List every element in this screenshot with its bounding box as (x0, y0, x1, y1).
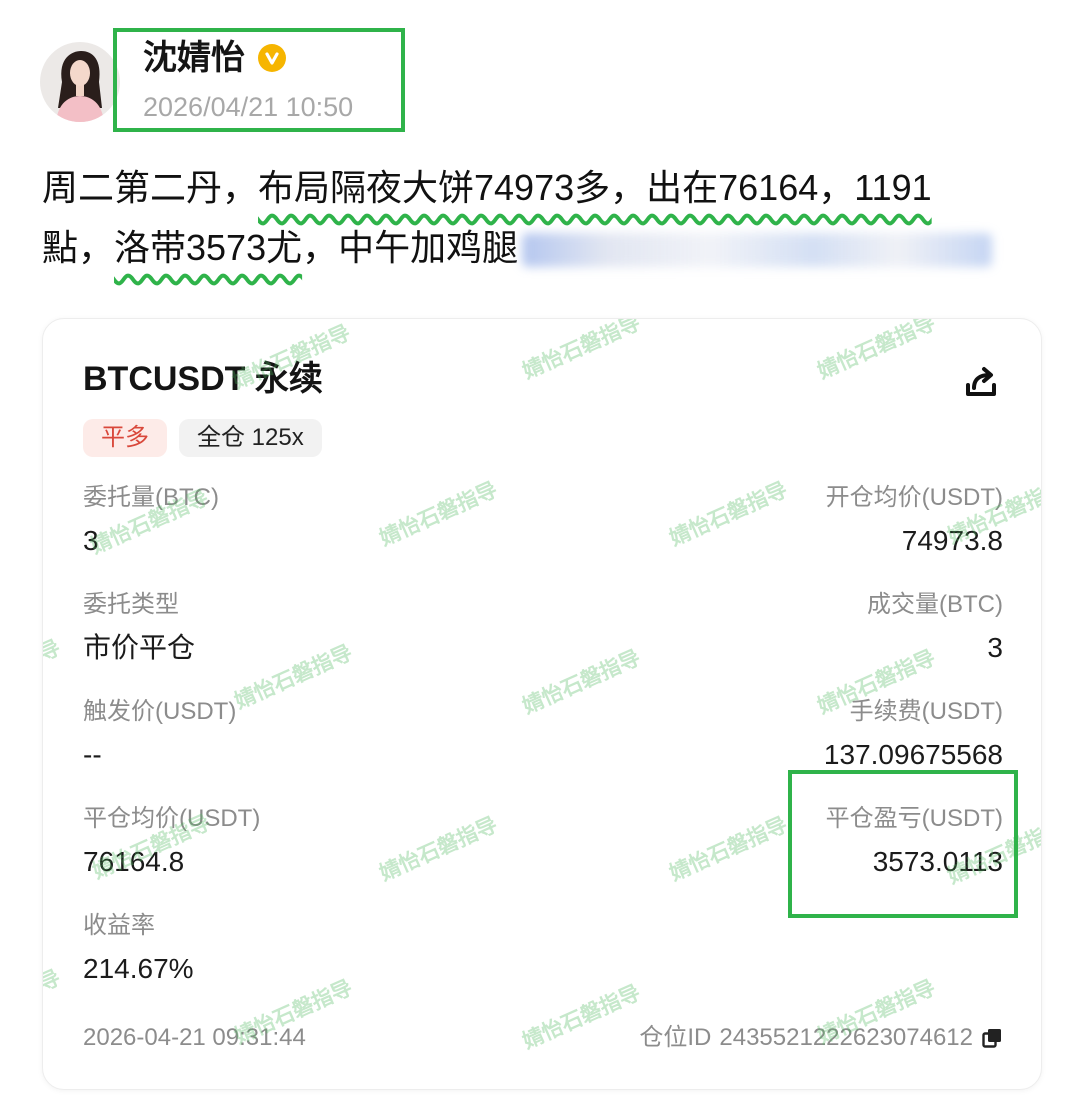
position-id-value: 2435521222623074612 (719, 1024, 973, 1051)
field-close-avg-price: 平仓均价(USDT) 76164.8 (83, 804, 260, 911)
field-trigger-price: 触发价(USDT) -- (83, 697, 236, 804)
verified-badge-icon (258, 44, 286, 72)
post-text: 周二第二丹，布局隔夜大饼74973多，出在76164，1191 點，洛带3573… (42, 158, 1042, 278)
post-timestamp: 2026/04/21 10:50 (143, 92, 354, 122)
margin-leverage-tag: 全仓 125x (179, 419, 322, 457)
field-label: 收益率 (83, 912, 155, 939)
card-title: BTCUSDT 永续 (83, 360, 323, 398)
post-text-plain: 周二第二丹， (42, 167, 259, 208)
field-label: 委托量(BTC) (83, 484, 219, 511)
field-value: -- (83, 739, 102, 770)
field-label: 委托类型 (83, 591, 179, 618)
watermark-text: 婧怡石磐指导 (42, 966, 64, 1039)
field-value: 市价平仓 (83, 632, 196, 663)
field-order-qty: 委托量(BTC) 3 (83, 483, 219, 590)
author-name[interactable]: 沈婧怡 (143, 38, 245, 78)
field-filled-qty: 成交量(BTC) 3 (867, 590, 1003, 697)
position-id-label: 仓位ID (639, 1024, 712, 1051)
field-label: 开仓均价(USDT) (825, 484, 1003, 511)
field-row: 委托类型 市价平仓 成交量(BTC) 3 (83, 590, 1003, 697)
field-order-type: 委托类型 市价平仓 (83, 590, 195, 697)
side-tag: 平多 (83, 419, 167, 457)
field-label: 成交量(BTC) (867, 591, 1003, 618)
post-text-tail: ，中午加鸡腿 (302, 227, 519, 268)
annotation-box-pnl (788, 770, 1018, 918)
watermark-text: 婧怡石磐指导 (814, 318, 939, 384)
order-fields: 委托量(BTC) 3 开仓均价(USDT) 74973.8 委托类型 市价平仓 … (83, 483, 1003, 1018)
position-id: 仓位ID 2435521222623074612 (639, 1023, 1003, 1053)
watermark-text: 婧怡石磐指导 (519, 318, 644, 384)
field-row: 委托量(BTC) 3 开仓均价(USDT) 74973.8 (83, 483, 1003, 590)
copy-icon[interactable] (981, 1027, 1003, 1049)
field-value: 76164.8 (83, 846, 185, 877)
share-icon[interactable] (961, 361, 1001, 401)
avatar[interactable] (40, 42, 120, 122)
field-label: 手续费(USDT) (849, 698, 1003, 725)
avatar-photo (40, 42, 120, 122)
watermark-text: 婧怡石磐指导 (42, 636, 64, 709)
post-text-underlined: 洛带3573尤 (114, 227, 303, 268)
field-return-rate: 收益率 214.67% (83, 911, 194, 1018)
tag-row: 平多 全仓 125x (83, 419, 322, 457)
post-text-plain: 點， (42, 227, 115, 268)
field-value: 3 (83, 525, 99, 556)
post-line-2: 點，洛带3573尤，中午加鸡腿 (42, 218, 1042, 278)
field-row: 收益率 214.67% (83, 911, 1003, 1018)
field-value: 214.67% (83, 953, 194, 984)
card-footer: 2026-04-21 09:31:44 仓位ID 243552122262307… (83, 1023, 1003, 1053)
order-time: 2026-04-21 09:31:44 (83, 1024, 306, 1051)
post-line-1: 周二第二丹，布局隔夜大饼74973多，出在76164，1191 (42, 158, 1042, 218)
field-label: 平仓均价(USDT) (83, 805, 261, 832)
blurred-text (522, 233, 993, 268)
field-value: 3 (987, 632, 1003, 663)
field-value: 137.09675568 (823, 739, 1003, 770)
field-label: 触发价(USDT) (83, 698, 237, 725)
field-open-avg-price: 开仓均价(USDT) 74973.8 (826, 483, 1003, 590)
field-value: 74973.8 (901, 525, 1003, 556)
trade-card[interactable]: BTCUSDT 永续 平多 全仓 125x 委托量(BTC) 3 开仓均价(US… (42, 318, 1042, 1090)
post-text-underlined: 布局隔夜大饼74973多，出在76164，1191 (258, 167, 932, 208)
author-row: 沈婧怡 (143, 38, 287, 78)
